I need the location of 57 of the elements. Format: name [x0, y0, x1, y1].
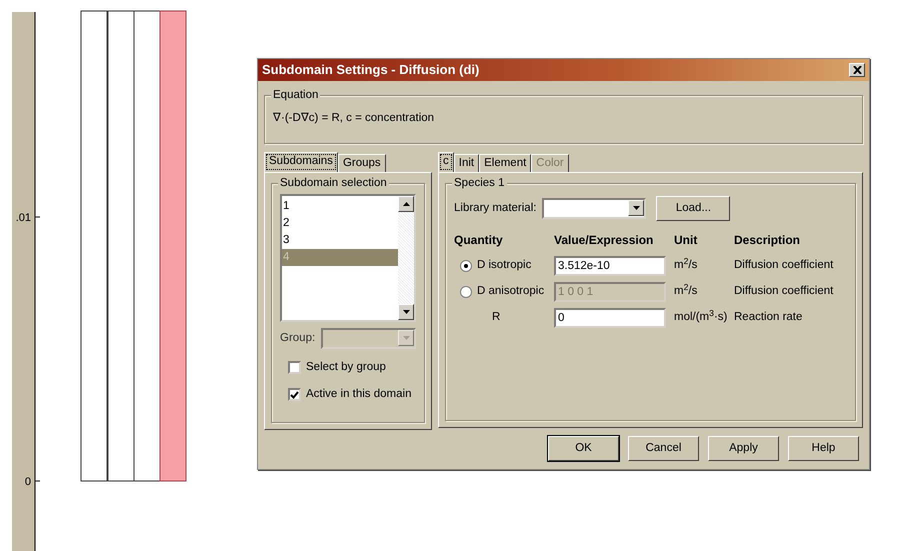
load-button[interactable]: Load...	[656, 196, 730, 221]
column-header: Unit	[674, 232, 698, 249]
checkbox[interactable]	[288, 361, 301, 374]
window-title: Subdomain Settings - Diffusion (di)	[262, 61, 480, 80]
unit-label: m$^{2}$/s	[674, 285, 698, 298]
column-header: Description	[734, 232, 802, 249]
list-item[interactable]: 3	[282, 232, 398, 249]
column-header: Value/Expression	[554, 232, 654, 249]
subdomain-rectangle[interactable]	[80, 10, 108, 482]
library-material-dropdown[interactable]	[542, 198, 646, 219]
scrollbar[interactable]	[398, 196, 414, 320]
group-label: Equation	[271, 88, 320, 102]
unit-label: m$^{2}$/s	[674, 259, 698, 272]
checkbox[interactable]	[288, 388, 301, 402]
description-text: Diffusion coefficient	[734, 285, 834, 298]
quantity-label: D isotropic	[477, 258, 532, 274]
tab[interactable]: Groups	[338, 154, 386, 172]
tab[interactable]: Element	[479, 154, 532, 172]
library-material-label: Library material:	[454, 200, 536, 216]
subdomain-rectangle[interactable]	[108, 10, 134, 482]
close-button[interactable]	[849, 63, 865, 77]
dialog-button[interactable]: Help	[788, 436, 859, 461]
dialog-button[interactable]: Apply	[708, 436, 779, 461]
group-label: Species 1	[452, 176, 507, 190]
checkbox-label: Active in this domain	[306, 387, 412, 402]
close-icon	[852, 66, 862, 74]
radio-button[interactable]	[460, 260, 472, 272]
dialog-button[interactable]: OK	[548, 436, 619, 461]
tab[interactable]: Init	[454, 154, 480, 172]
scroll-up-button[interactable]	[398, 196, 414, 212]
scroll-down-button[interactable]	[398, 304, 414, 320]
tab[interactable]: c	[438, 152, 454, 172]
tab[interactable]: Subdomains	[264, 152, 338, 172]
column-header: Quantity	[454, 227, 554, 253]
description-text: Reaction rate	[734, 311, 802, 324]
dialog-button[interactable]: Cancel	[628, 436, 699, 461]
tick-label: .01	[16, 212, 31, 224]
group-dropdown[interactable]	[321, 328, 416, 349]
group-label: Group:	[280, 330, 316, 346]
list-item[interactable]: 1	[282, 198, 398, 215]
quantity-label: R	[492, 310, 500, 326]
radio-dot-icon	[464, 264, 468, 268]
checkbox-label: Select by group	[306, 360, 386, 375]
description-text: Diffusion coefficient	[734, 259, 834, 272]
list-item[interactable]: 2	[282, 215, 398, 232]
unit-label: mol/(m$^{3}$·s)	[674, 311, 728, 324]
equation-text: ∇·(-D∇c) = R, c = concentration	[273, 111, 434, 126]
value-field[interactable]: 3.512e-10	[554, 256, 666, 276]
down-arrow-icon	[402, 310, 410, 314]
subdomain-rectangle[interactable]	[134, 10, 160, 482]
caret-icon	[402, 336, 410, 340]
subdomain-list[interactable]: 1 2 3 4	[280, 194, 416, 322]
up-arrow-icon	[402, 202, 410, 206]
quantity-label: D anisotropic	[477, 284, 544, 300]
tick-label: 0	[24, 476, 31, 488]
value-field[interactable]: 0	[554, 308, 666, 328]
caret-icon	[632, 206, 640, 210]
